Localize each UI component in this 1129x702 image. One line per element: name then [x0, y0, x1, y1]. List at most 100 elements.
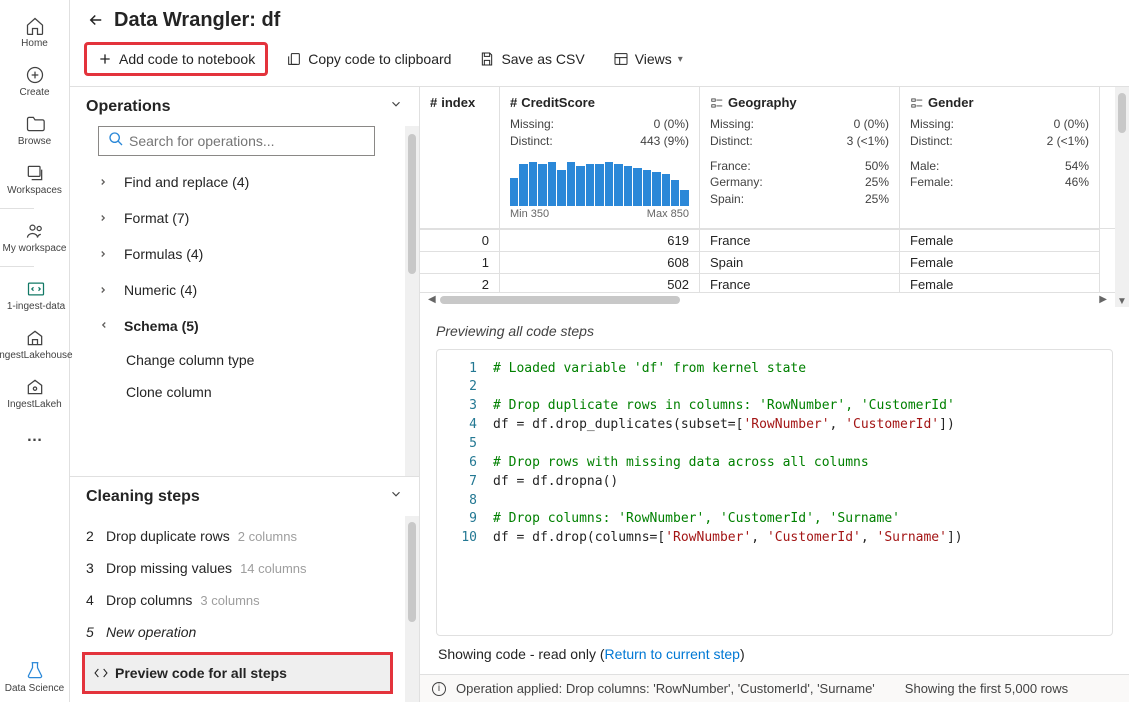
header: Data Wrangler: df: [70, 0, 1129, 36]
operations-panel: Operations Find and replace (4)Format (7…: [70, 87, 420, 702]
sidebar-item-create[interactable]: Create: [0, 57, 75, 106]
scrollbar[interactable]: [405, 126, 419, 476]
op-group[interactable]: Schema (5): [98, 308, 389, 344]
code-line: 9# Drop columns: 'RowNumber', 'CustomerI…: [437, 510, 1112, 529]
chevron-right-icon: [98, 246, 110, 262]
code-line: 5: [437, 435, 1112, 454]
collapse-steps[interactable]: [389, 487, 403, 506]
sidebar-item-ingestlakeh[interactable]: IngestLakeh: [0, 369, 75, 418]
code-line: 6# Drop rows with missing data across al…: [437, 454, 1112, 473]
table-row[interactable]: 2502FranceFemale: [420, 273, 1115, 293]
save-icon: [479, 51, 495, 67]
hash-icon: #: [510, 95, 517, 110]
add-code-button[interactable]: Add code to notebook: [84, 42, 268, 76]
copy-label: Copy code to clipboard: [308, 51, 451, 67]
toolbar: Add code to notebook Copy code to clipbo…: [70, 36, 1129, 87]
step-item[interactable]: 2Drop duplicate rows2 columns: [82, 520, 393, 552]
code-line: 10df = df.drop(columns=['RowNumber', 'Cu…: [437, 529, 1112, 548]
chevron-down-icon: ▾: [678, 54, 683, 65]
plus-circle-icon: [25, 65, 45, 85]
sidebar-item-1-ingest-data[interactable]: 1-ingest-data: [0, 271, 75, 320]
sidebar-item-workspaces[interactable]: Workspaces: [0, 155, 75, 204]
code-preview[interactable]: 1# Loaded variable 'df' from kernel stat…: [436, 349, 1113, 636]
code-line: 1# Loaded variable 'df' from kernel stat…: [437, 360, 1112, 379]
search-operations-input[interactable]: [98, 126, 375, 156]
layout-icon: [613, 51, 629, 67]
sidebar-item-browse[interactable]: Browse: [0, 106, 75, 155]
sidebar-item-ingestlakehouse[interactable]: IngestLakehouse: [0, 320, 75, 369]
column-summary-panel: #index #CreditScore Missing:0 (0%) Disti…: [420, 87, 1115, 229]
preview-code-button[interactable]: Preview code for all steps: [82, 652, 393, 694]
collapse-operations[interactable]: [389, 97, 403, 116]
category-icon: [710, 96, 724, 110]
status-message: Operation applied: Drop columns: 'RowNum…: [456, 681, 875, 696]
copy-code-button[interactable]: Copy code to clipboard: [276, 45, 461, 73]
views-label: Views: [635, 51, 672, 67]
info-icon: i: [432, 682, 446, 696]
op-item[interactable]: Clone column: [98, 376, 389, 408]
people-icon: [25, 221, 45, 241]
lakehouse-icon: [25, 328, 45, 348]
search-icon: [108, 131, 124, 147]
column-creditscore[interactable]: #CreditScore Missing:0 (0%) Distinct:443…: [500, 87, 700, 228]
data-grid[interactable]: 0619FranceFemale1608SpainFemale2502Franc…: [420, 229, 1115, 293]
step-item[interactable]: 5New operation: [82, 616, 393, 648]
horizontal-scrollbar[interactable]: ◀ ▶: [420, 293, 1115, 307]
code-preview-title: Previewing all code steps: [436, 315, 1113, 349]
op-group[interactable]: Find and replace (4): [98, 164, 389, 200]
histogram: [510, 156, 689, 206]
code-icon: [93, 665, 109, 681]
add-code-label: Add code to notebook: [119, 51, 255, 67]
op-group[interactable]: Formulas (4): [98, 236, 389, 272]
chevron-right-icon: [98, 174, 110, 190]
chevron-down-icon: [389, 97, 403, 111]
code-line: 8: [437, 492, 1112, 511]
views-button[interactable]: Views ▾: [603, 45, 693, 73]
code-footer: Showing code - read only (Return to curr…: [436, 636, 1113, 674]
chevron-right-icon: [98, 210, 110, 226]
code-line: 4df = df.drop_duplicates(subset=['RowNum…: [437, 416, 1112, 435]
save-csv-label: Save as CSV: [501, 51, 584, 67]
code-line: 7df = df.dropna(): [437, 473, 1112, 492]
status-bar: i Operation applied: Drop columns: 'RowN…: [420, 674, 1129, 702]
step-item[interactable]: 4Drop columns3 columns: [82, 584, 393, 616]
hash-icon: #: [430, 95, 437, 110]
category-icon: [910, 96, 924, 110]
code-line: 3# Drop duplicate rows in columns: 'RowN…: [437, 397, 1112, 416]
chevron-down-icon: [389, 487, 403, 501]
folder-icon: [25, 114, 45, 134]
column-gender[interactable]: Gender Missing:0 (0%) Distinct:2 (<1%) M…: [900, 87, 1100, 228]
page-title: Data Wrangler: df: [114, 9, 280, 32]
sidebar-more[interactable]: …: [0, 420, 69, 454]
scrollbar[interactable]: [405, 516, 419, 702]
status-rows: Showing the first 5,000 rows: [905, 681, 1068, 696]
sidebar-footer-label: Data Science: [5, 683, 64, 694]
back-button[interactable]: [84, 8, 108, 32]
lakehouse2-icon: [25, 377, 45, 397]
return-to-step-link[interactable]: Return to current step: [605, 646, 740, 662]
op-item[interactable]: Change column type: [98, 344, 389, 376]
table-row[interactable]: 0619FranceFemale: [420, 229, 1115, 251]
step-item[interactable]: 3Drop missing values14 columns: [82, 552, 393, 584]
code-line: 2: [437, 378, 1112, 397]
sidebar-footer[interactable]: Data Science: [0, 653, 69, 702]
op-group[interactable]: Format (7): [98, 200, 389, 236]
save-csv-button[interactable]: Save as CSV: [469, 45, 594, 73]
sidebar-item-home[interactable]: Home: [0, 8, 75, 57]
home-icon: [25, 16, 45, 36]
stack-icon: [25, 163, 45, 183]
steps-title: Cleaning steps: [86, 488, 200, 506]
arrow-left-icon: [87, 11, 105, 29]
column-geography[interactable]: Geography Missing:0 (0%) Distinct:3 (<1%…: [700, 87, 900, 228]
op-group[interactable]: Numeric (4): [98, 272, 389, 308]
chevron-right-icon: [96, 320, 112, 332]
operations-title: Operations: [86, 98, 170, 116]
chevron-right-icon: [98, 282, 110, 298]
flask-icon: [25, 661, 45, 681]
column-index[interactable]: #index: [420, 87, 500, 228]
plus-icon: [97, 51, 113, 67]
app-sidebar: HomeCreateBrowseWorkspacesMy workspace1-…: [0, 0, 70, 702]
scrollbar[interactable]: ▼: [1115, 87, 1129, 307]
table-row[interactable]: 1608SpainFemale: [420, 251, 1115, 273]
sidebar-item-my-workspace[interactable]: My workspace: [0, 213, 75, 262]
